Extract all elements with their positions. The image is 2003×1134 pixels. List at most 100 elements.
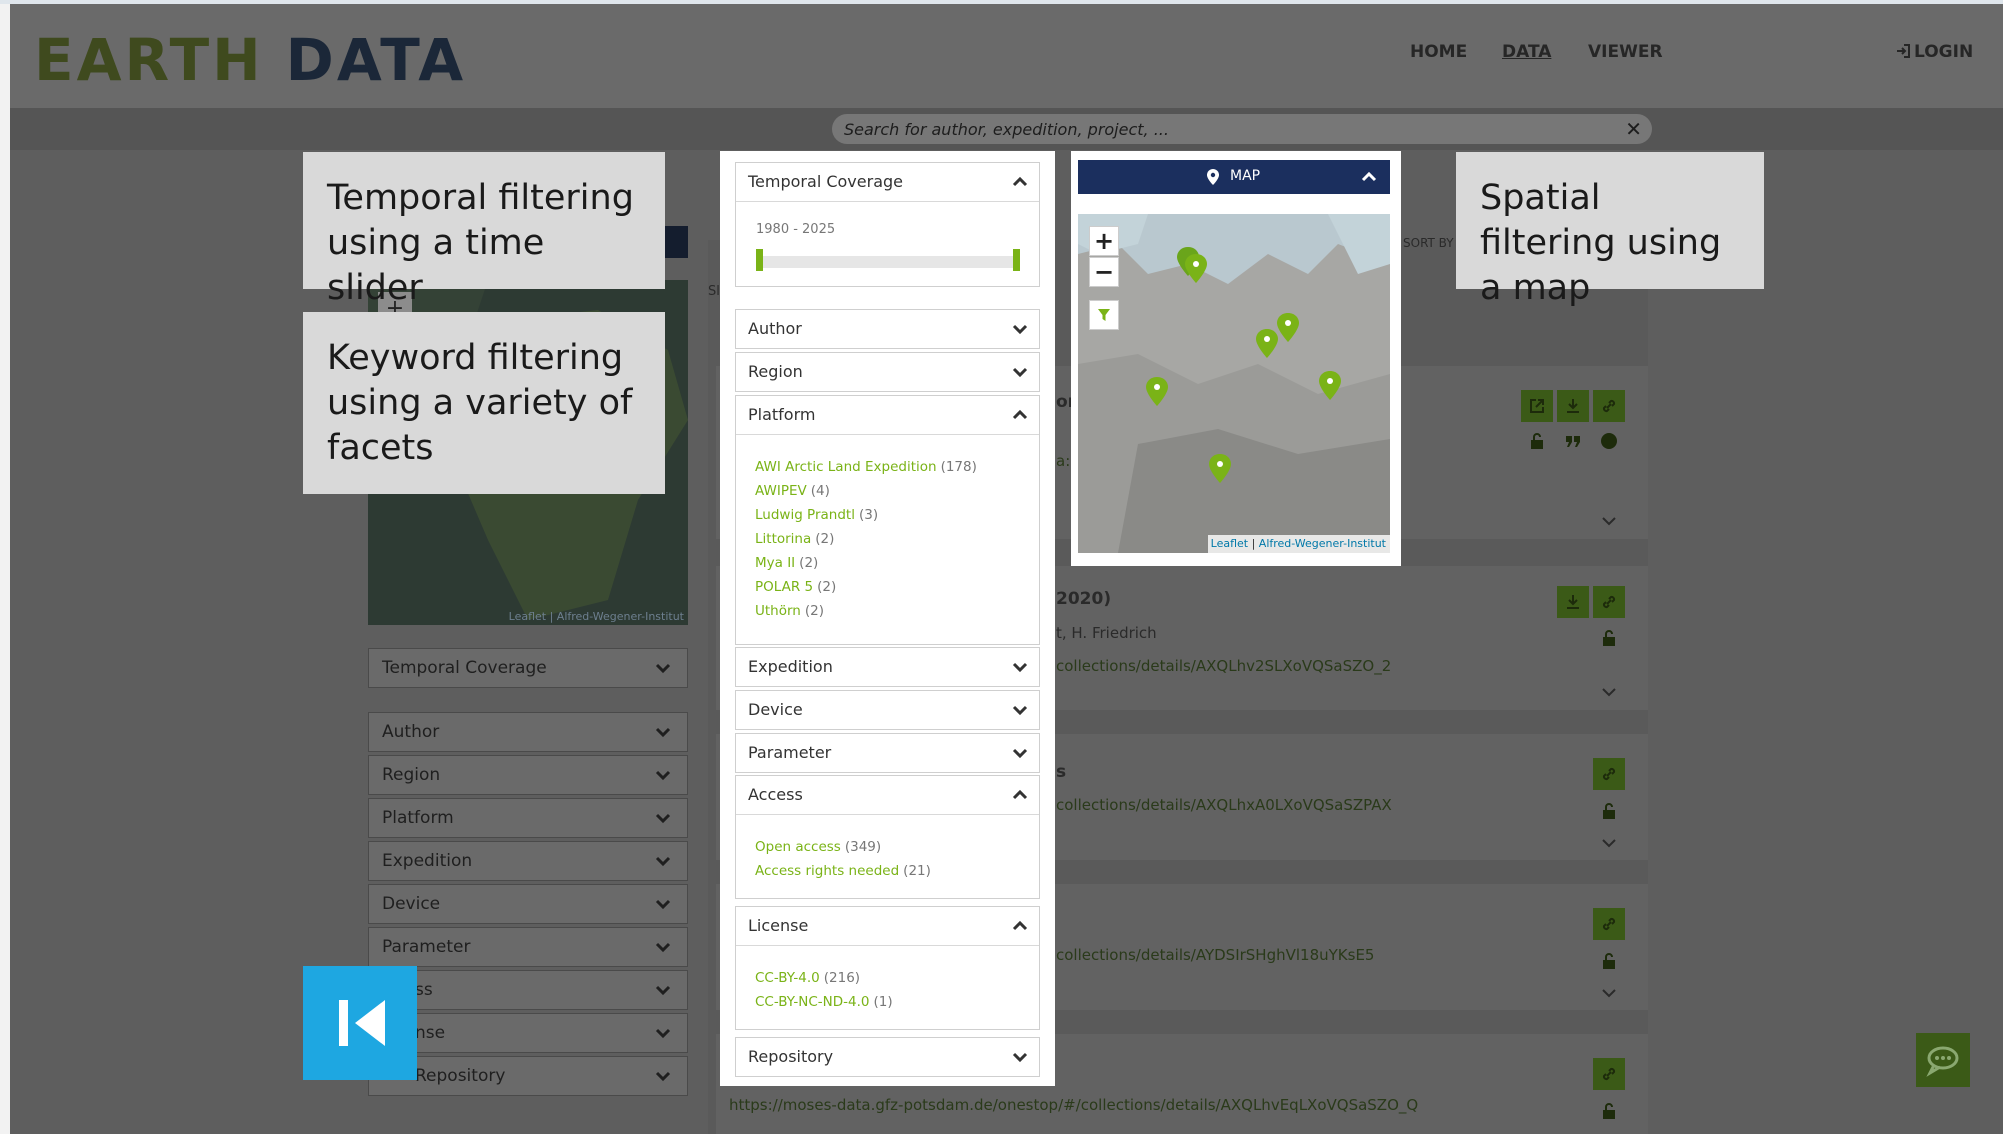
slider-track[interactable]	[758, 256, 1020, 268]
facet-region[interactable]: Region	[735, 352, 1040, 392]
facet-author[interactable]: Author	[735, 309, 1040, 349]
link-icon	[1602, 595, 1616, 609]
download-button[interactable]	[1557, 390, 1589, 422]
unlock-icon	[1603, 803, 1615, 819]
facet-title: Parameter	[748, 743, 832, 762]
facet-title: Author	[748, 319, 802, 338]
facet-option[interactable]: Access rights needed (21)	[755, 859, 1039, 883]
link-button[interactable]	[1593, 908, 1625, 940]
facet-options: AWI Arctic Land Expedition (178) AWIPEV (4…	[736, 435, 1039, 635]
download-button[interactable]	[1557, 586, 1589, 618]
nav-data[interactable]: DATA	[1502, 42, 1551, 62]
leaflet-link[interactable]: Leaflet	[1211, 537, 1248, 550]
bg-facet-region[interactable]: Region	[368, 755, 688, 795]
result-link[interactable]: collections/details/AYDSIrSHghVl18uYKsE5	[1056, 946, 1374, 964]
facet-header[interactable]: Device	[736, 691, 1039, 729]
zoom-out-button[interactable]: −	[1089, 257, 1119, 287]
link-button[interactable]	[1593, 758, 1625, 790]
link-icon	[1602, 399, 1616, 413]
facet-option[interactable]: CC-BY-NC-ND-4.0 (1)	[755, 990, 1039, 1014]
slider-handle-start[interactable]	[756, 249, 763, 271]
link-button[interactable]	[1593, 1058, 1625, 1090]
bg-facet-parameter[interactable]: Parameter	[368, 927, 688, 967]
map-title: MAP	[1230, 168, 1261, 184]
external-link-button[interactable]	[1521, 390, 1553, 422]
callout-keyword: Keyword filtering using a variety of fac…	[303, 312, 665, 494]
bg-facet-platform[interactable]: Platform	[368, 798, 688, 838]
facet-header[interactable]: License	[736, 907, 1039, 946]
map-view[interactable]	[1078, 214, 1390, 553]
map-filter-button[interactable]	[1089, 300, 1119, 330]
facet-option-label: AWI Arctic Land Expedition	[755, 459, 937, 475]
facet-option[interactable]: CC-BY-4.0 (216)	[755, 966, 1039, 990]
facet-header[interactable]: Access	[736, 776, 1039, 815]
facet-option[interactable]: Open access (349)	[755, 835, 1039, 859]
facet-option-count: (1)	[873, 994, 893, 1010]
bg-facet-temporal[interactable]: Temporal Coverage	[368, 648, 688, 688]
facet-repository[interactable]: Repository	[735, 1037, 1040, 1077]
quote-icon[interactable]	[1564, 432, 1582, 450]
search-input[interactable]: Search for author, expedition, project, …	[832, 114, 1652, 144]
time-slider[interactable]: 1980 - 2025	[736, 202, 1039, 288]
chevron-down-icon[interactable]	[1600, 984, 1618, 1002]
chevron-down-icon[interactable]	[1600, 834, 1618, 852]
facet-header[interactable]: Temporal Coverage	[736, 163, 1039, 202]
facet-header[interactable]: Author	[736, 310, 1039, 348]
facet-option[interactable]: Uthörn (2)	[755, 599, 1039, 623]
link-icon	[1602, 767, 1616, 781]
facet-header[interactable]: Parameter	[736, 734, 1039, 772]
chevron-down-icon	[1012, 367, 1028, 378]
facet-header[interactable]: Region	[736, 353, 1039, 391]
chevron-down-icon	[655, 856, 671, 867]
facet-option-label: Mya II	[755, 555, 796, 571]
login-link[interactable]: LOGIN	[1895, 42, 1973, 62]
zoom-in-button[interactable]: +	[1089, 226, 1119, 256]
bg-facet-expedition[interactable]: Expedition	[368, 841, 688, 881]
facet-license: License CC-BY-4.0 (216) CC-BY-NC-ND-4.0 (1…	[735, 906, 1040, 1030]
chevron-down-icon[interactable]	[1600, 683, 1618, 701]
nav-viewer[interactable]: VIEWER	[1588, 42, 1663, 62]
link-button[interactable]	[1593, 390, 1625, 422]
facet-header[interactable]: Expedition	[736, 648, 1039, 686]
map-header[interactable]: MAP	[1078, 160, 1390, 194]
facet-title: Device	[748, 700, 803, 719]
facet-header[interactable]: Platform	[736, 396, 1039, 435]
nav-home[interactable]: HOME	[1410, 42, 1467, 62]
bg-facet-device[interactable]: Device	[368, 884, 688, 924]
facet-option[interactable]: AWI Arctic Land Expedition (178)	[755, 455, 1039, 479]
link-icon	[1602, 917, 1616, 931]
sort-label: SORT BY	[1403, 236, 1454, 250]
link-button[interactable]	[1593, 586, 1625, 618]
site-logo[interactable]: EARTH DATA	[34, 24, 466, 96]
awi-link[interactable]: Alfred-Wegener-Institut	[1259, 537, 1386, 550]
facet-option[interactable]: Littorina (2)	[755, 527, 1039, 551]
facet-option[interactable]: AWIPEV (4)	[755, 479, 1039, 503]
facet-option[interactable]: Ludwig Prandtl (3)	[755, 503, 1039, 527]
facet-option-label: Ludwig Prandtl	[755, 507, 855, 523]
facet-device[interactable]: Device	[735, 690, 1040, 730]
facet-option-count: (2)	[815, 531, 835, 547]
facet-expedition[interactable]: Expedition	[735, 647, 1040, 687]
result-link[interactable]: collections/details/AXQLhv2SLXoVQSaSZO_2	[1056, 657, 1391, 675]
download-icon	[1567, 595, 1579, 609]
chat-button[interactable]	[1916, 1033, 1970, 1087]
facet-option-label: CC-BY-4.0	[755, 970, 820, 986]
facet-option[interactable]: POLAR 5 (2)	[755, 575, 1039, 599]
facet-parameter[interactable]: Parameter	[735, 733, 1040, 773]
facet-option-count: (178)	[940, 459, 977, 475]
chevron-up-icon	[1012, 409, 1028, 420]
logo-word-earth: EARTH	[34, 26, 264, 94]
bg-facet-author[interactable]: Author	[368, 712, 688, 752]
unlock-icon	[1603, 1103, 1615, 1119]
facet-option[interactable]: Mya II (2)	[755, 551, 1039, 575]
facet-header[interactable]: Repository	[736, 1038, 1039, 1076]
chevron-down-icon	[655, 727, 671, 738]
skip-back-button[interactable]	[303, 966, 417, 1080]
chevron-down-icon[interactable]	[1600, 512, 1618, 530]
close-icon[interactable]: ✕	[1625, 117, 1642, 141]
map-pin-icon	[1207, 169, 1219, 185]
slider-handle-end[interactable]	[1013, 249, 1020, 271]
bg-facet-label: Expedition	[382, 851, 473, 871]
result-link[interactable]: https://moses-data.gfz-potsdam.de/onesto…	[729, 1096, 1418, 1114]
result-link[interactable]: collections/details/AXQLhxA0LXoVQSaSZPAX	[1056, 796, 1392, 814]
